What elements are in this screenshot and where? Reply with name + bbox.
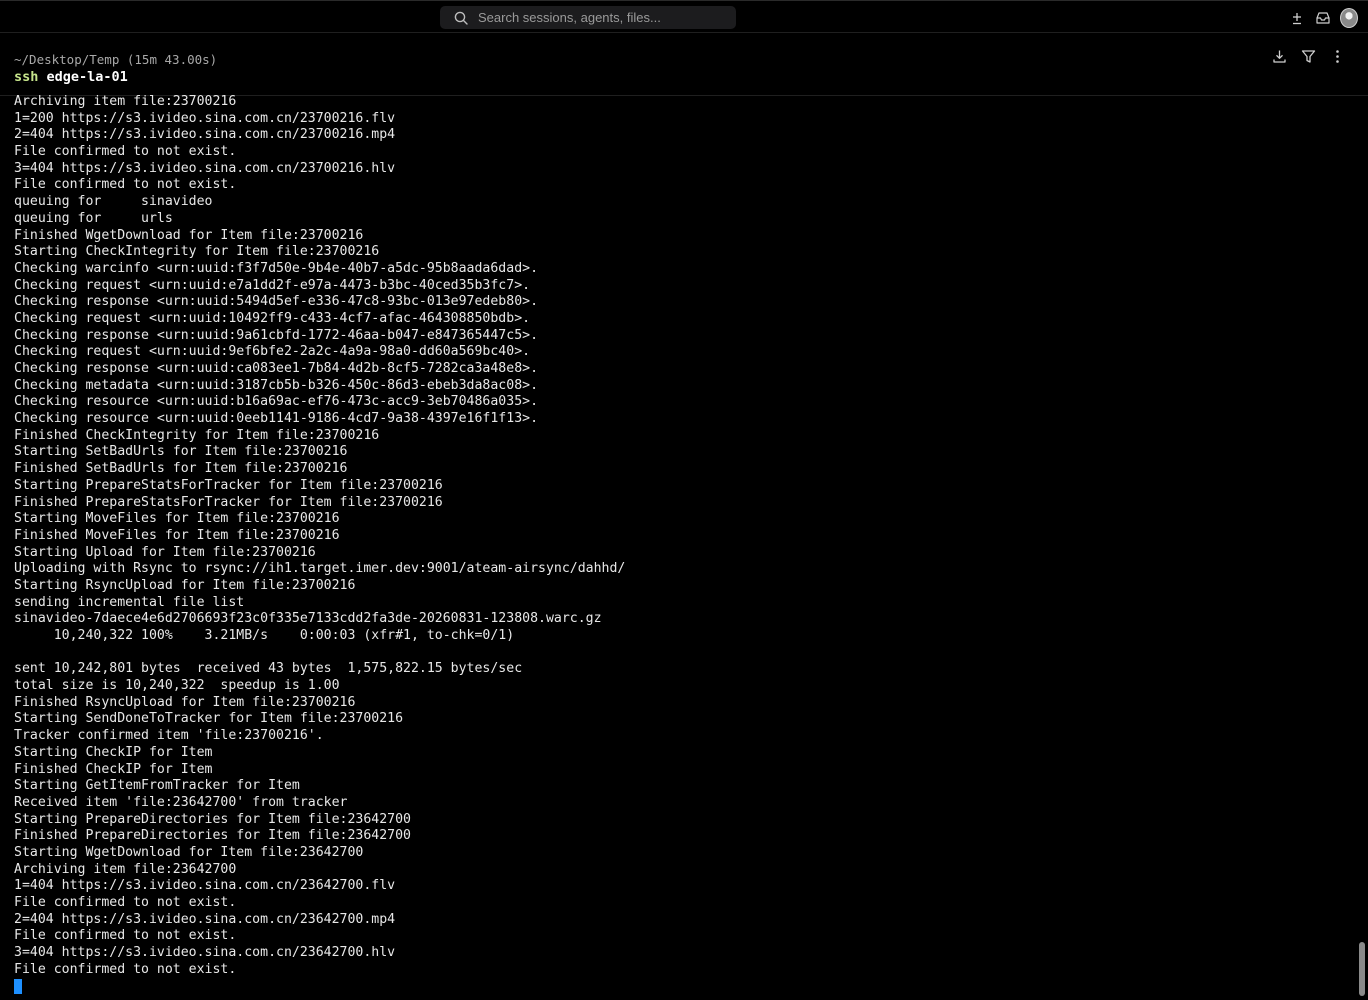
terminal-line: Finished PrepareStatsForTracker for Item… [14,494,443,510]
terminal-line: Checking response <urn:uuid:ca083ee1-7b8… [14,361,539,376]
terminal-line: Checking response <urn:uuid:9a61cbfd-177… [14,327,539,343]
more-vertical-icon[interactable] [1329,48,1346,65]
search-icon [454,11,468,25]
inbox-icon[interactable] [1314,9,1332,27]
terminal-line: File confirmed to not exist. [14,895,237,910]
prompt-line[interactable] [14,978,1344,995]
terminal-line: Archiving item file:23642700 [14,861,237,877]
scrollbar-thumb[interactable] [1359,942,1365,996]
terminal-line: 2=404 https://s3.ivideo.sina.com.cn/2370… [14,127,396,143]
terminal-line: Finished SetBadUrls for Item file:237002… [14,461,348,477]
terminal-line: Checking request <urn:uuid:10492ff9-c433… [14,310,531,326]
terminal-line: Checking request <urn:uuid:9ef6bfe2-2a2c… [14,344,531,360]
terminal-cursor [14,979,22,995]
avatar [1340,7,1358,28]
session-path: ~/Desktop/Temp (15m 43.00s) [14,52,218,67]
terminal-line: Finished RsyncUpload for Item file:23700… [14,694,356,710]
terminal-line: Starting GetItemFromTracker for Item [14,778,300,794]
terminal-line: 3=404 https://s3.ivideo.sina.com.cn/2364… [14,945,396,961]
terminal-line: Received item 'file:23642700' from track… [14,794,348,810]
terminal-line: Starting PrepareStatsForTracker for Item… [14,477,443,493]
terminal-line: Archiving item file:23700216 [14,94,237,109]
top-bar: Search sessions, agents, files... [0,0,1368,33]
terminal-line: Starting SendDoneToTracker for Item file… [14,711,404,727]
terminal-line: Starting PrepareDirectories for Item fil… [14,811,411,827]
terminal-line: Starting MoveFiles for Item file:2370021… [14,511,340,527]
terminal-line: File confirmed to not exist. [14,177,237,193]
terminal-line: Checking response <urn:uuid:5494d5ef-e33… [14,294,539,310]
session-command: ssh edge-la-01 [14,69,128,85]
terminal-line: Checking warcinfo <urn:uuid:f3f7d50e-9b4… [14,260,539,276]
terminal-line: queuing for sinavideo [14,194,213,210]
terminal-line: 10,240,322 100% 3.21MB/s 0:00:03 (xfr#1,… [14,628,515,643]
terminal-line: Starting WgetDownload for Item file:2364… [14,844,364,860]
command-keyword: ssh [14,69,39,85]
terminal-line: File confirmed to not exist. [14,928,237,944]
terminal-line: queuing for urls [14,210,173,226]
terminal-line: sinavideo-7daece4e6d2706693f23c0f335e713… [14,611,602,627]
terminal-line: Starting CheckIntegrity for Item file:23… [14,244,380,260]
terminal-line: Checking request <urn:uuid:e7a1dd2f-e97a… [14,277,531,293]
filter-icon[interactable] [1300,48,1317,65]
terminal-line: Checking resource <urn:uuid:0eeb1141-918… [14,411,539,427]
terminal-line: File confirmed to not exist. [14,144,237,160]
terminal-line: Finished PrepareDirectories for Item fil… [14,828,411,844]
terminal-line: Checking metadata <urn:uuid:3187cb5b-b32… [14,377,539,393]
terminal-line: Starting SetBadUrls for Item file:237002… [14,444,348,460]
terminal-line: Finished MoveFiles for Item file:2370021… [14,527,340,543]
terminal-line: Checking resource <urn:uuid:b16a69ac-ef7… [14,394,539,410]
terminal-line: Tracker confirmed item 'file:23700216'. [14,728,324,744]
terminal-line: Starting Upload for Item file:23700216 [14,544,316,560]
terminal-line: Uploading with Rsync to rsync://ih1.targ… [14,561,626,577]
terminal-line: total size is 10,240,322 speedup is 1.00 [14,678,340,694]
command-argument: edge-la-01 [38,69,128,85]
terminal-line: 3=404 https://s3.ivideo.sina.com.cn/2370… [14,160,396,176]
search-input[interactable]: Search sessions, agents, files... [478,10,661,25]
session-actions [1271,48,1346,65]
terminal-line: 1=200 https://s3.ivideo.sina.com.cn/2370… [14,110,396,126]
terminal-line: Starting CheckIP for Item [14,744,213,760]
terminal-line: sending incremental file list [14,594,245,610]
search-bar[interactable]: Search sessions, agents, files... [440,6,736,29]
terminal-line: sent 10,242,801 bytes received 43 bytes … [14,661,523,677]
terminal-scrollbar[interactable] [1357,96,1366,998]
terminal-line: Finished CheckIntegrity for Item file:23… [14,427,380,443]
terminal-line: 1=404 https://s3.ivideo.sina.com.cn/2364… [14,878,396,894]
terminal-line: Finished WgetDownload for Item file:2370… [14,227,364,243]
top-actions [1288,6,1358,29]
download-icon[interactable] [1271,48,1288,65]
terminal-line: 2=404 https://s3.ivideo.sina.com.cn/2364… [14,911,396,927]
terminal-line: File confirmed to not exist. [14,961,237,977]
session-header: ~/Desktop/Temp (15m 43.00s) ssh edge-la-… [0,34,1368,96]
avatar-button[interactable] [1340,7,1358,28]
plus-icon[interactable] [1288,9,1306,27]
terminal-line: Starting RsyncUpload for Item file:23700… [14,577,356,593]
terminal-output[interactable]: Archiving item file:23700216 1=200 https:… [14,94,1344,998]
terminal-line: Finished CheckIP for Item [14,761,213,777]
